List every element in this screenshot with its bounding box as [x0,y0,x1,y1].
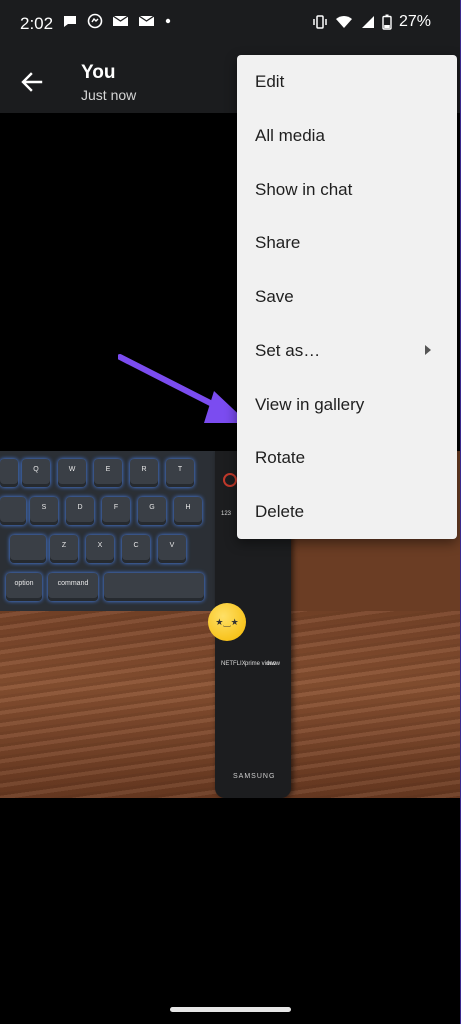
key: C [122,535,150,563]
wifi-icon [335,16,352,28]
power-button-graphic [223,473,237,487]
messenger-icon [87,13,103,29]
menu-item-rotate[interactable]: Rotate [237,431,457,484]
menu-item-label: Rotate [255,448,306,467]
remote-label: 123 [221,511,232,517]
key: R [130,459,158,487]
key: command [48,573,98,601]
key: Q [22,459,50,487]
page-title: You [81,62,116,83]
chat-bubble-icon [64,16,76,27]
menu-item-edit[interactable]: Edit [237,55,457,108]
key: option [6,573,42,601]
key: G [138,497,166,525]
key: H [174,497,202,525]
notification-icons [62,13,172,29]
menu-item-label: Edit [255,72,285,91]
menu-item-label: Save [255,287,294,306]
key: S [30,497,58,525]
key: W [58,459,86,487]
cell-signal-icon [361,16,374,28]
submenu-arrow-icon [425,345,431,355]
key: E [94,459,122,487]
menu-item-set-as[interactable]: Set as… [237,324,457,377]
key [10,535,46,563]
mail-icon-2 [138,15,155,26]
menu-item-show-in-chat[interactable]: Show in chat [237,163,457,216]
overflow-menu: Edit All media Show in chat Share Save S… [237,55,457,539]
menu-item-label: Show in chat [255,180,353,199]
key: X [86,535,114,563]
menu-item-label: All media [255,126,325,145]
menu-item-delete[interactable]: Delete [237,485,457,538]
key: F [102,497,130,525]
menu-item-label: Set as… [255,341,321,360]
menu-item-label: Delete [255,502,305,521]
key [0,459,18,487]
menu-item-label: Share [255,233,301,252]
key: T [166,459,194,487]
system-icons: 27% [312,13,431,31]
page-subtitle: Just now [81,87,137,103]
battery-percent: 27% [398,13,431,30]
menu-item-save[interactable]: Save [237,270,457,323]
key: V [158,535,186,563]
spacebar [104,573,204,601]
menu-item-label: View in gallery [255,395,365,414]
vibrate-icon [313,15,327,29]
more-notifications-dot-icon [165,18,171,24]
remote-label: www [267,661,280,667]
battery-icon [382,14,392,30]
status-bar: 2:02 27% [0,0,461,50]
remote-brand: SAMSUNG [233,773,276,780]
mail-icon [112,15,129,26]
menu-item-all-media[interactable]: All media [237,109,457,162]
menu-item-view-in-gallery[interactable]: View in gallery [237,378,457,431]
keyboard-image: Q W E R T S D F G H Z X C V option comma… [0,451,250,611]
key: Z [50,535,78,563]
key: D [66,497,94,525]
home-indicator[interactable] [170,1007,291,1012]
star-struck-emoji-icon: ★‿★ [208,603,246,641]
remote-label: NETFLIX [221,661,246,667]
key [0,497,26,525]
back-arrow-icon[interactable] [16,66,48,98]
menu-item-share[interactable]: Share [237,216,457,269]
status-time: 2:02 [20,14,54,33]
